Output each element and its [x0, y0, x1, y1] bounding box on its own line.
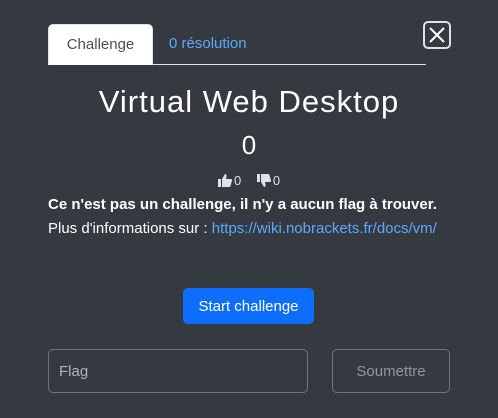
dislike-count: 0	[272, 173, 281, 189]
tab-resolutions[interactable]: 0 résolution	[153, 24, 263, 64]
thumbs-up-icon	[217, 174, 232, 188]
info-link[interactable]: https://wiki.nobrackets.fr/docs/vm/	[212, 220, 437, 237]
challenge-title: Virtual Web Desktop	[98, 84, 400, 119]
like-button[interactable]: 0	[217, 173, 242, 189]
info-prefix: Plus d'informations sur :	[48, 220, 212, 237]
thumbs-down-icon	[256, 174, 271, 188]
submit-button[interactable]: Soumettre	[332, 349, 450, 393]
dislike-button[interactable]: 0	[256, 173, 281, 189]
info-line: Plus d'informations sur : https://wiki.n…	[48, 217, 448, 241]
vote-bar: 0 0	[0, 172, 498, 190]
challenge-modal: Challenge 0 résolution Virtual Web Deskt…	[0, 0, 498, 418]
close-button[interactable]	[423, 21, 451, 49]
tab-bar: Challenge 0 résolution	[48, 24, 426, 65]
like-count: 0	[233, 173, 242, 189]
challenge-points: 0	[241, 130, 257, 160]
challenge-description: Ce n'est pas un challenge, il n'y a aucu…	[48, 193, 448, 241]
start-challenge-button[interactable]: Start challenge	[183, 288, 314, 324]
tab-challenge[interactable]: Challenge	[48, 24, 153, 65]
close-icon	[429, 27, 445, 43]
challenge-notice: Ce n'est pas un challenge, il n'y a aucu…	[48, 196, 437, 213]
flag-input[interactable]	[48, 349, 308, 393]
